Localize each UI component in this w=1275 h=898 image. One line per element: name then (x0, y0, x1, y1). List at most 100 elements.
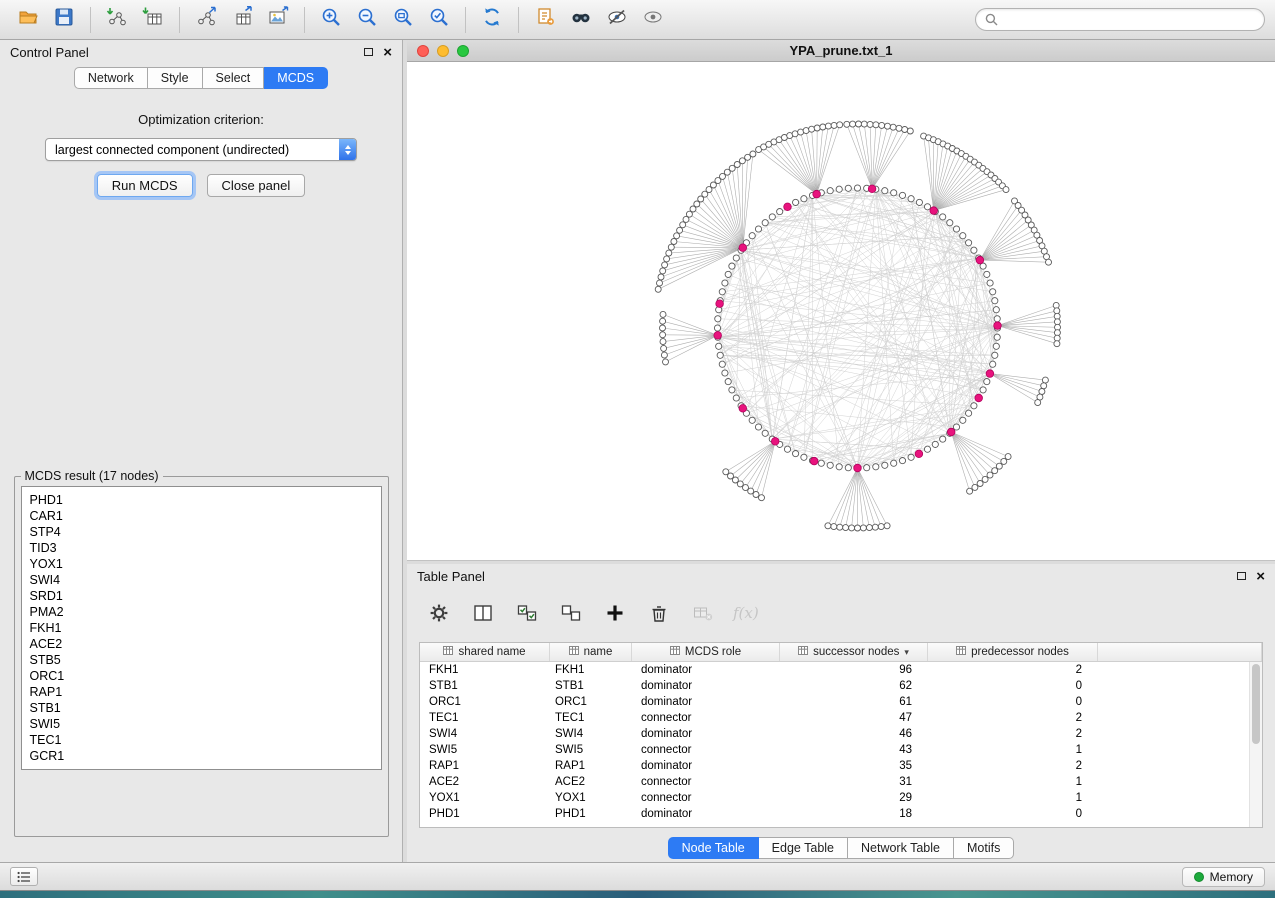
mcds-result-item[interactable]: PMA2 (30, 604, 373, 620)
column-header-name[interactable]: name (550, 643, 632, 661)
svg-text:f(x): f(x) (732, 604, 759, 622)
tab-node-table[interactable]: Node Table (668, 837, 759, 859)
show-graphics-details-button[interactable] (635, 5, 671, 35)
mcds-result-item[interactable]: SWI5 (30, 716, 373, 732)
mcds-result-item[interactable]: GCR1 (30, 748, 373, 764)
refresh-view-button[interactable] (474, 5, 510, 35)
mcds-result-item[interactable]: ORC1 (30, 668, 373, 684)
export-network-button[interactable] (188, 5, 224, 35)
column-header-successor-nodes[interactable]: successor nodes▾ (780, 643, 928, 661)
table-row[interactable]: ORC1ORC1dominator610 (420, 694, 1262, 710)
mcds-tab-content: Optimization criterion: largest connecte… (0, 96, 402, 862)
table-row[interactable]: TEC1TEC1connector472 (420, 710, 1262, 726)
plus-button[interactable] (601, 601, 629, 629)
task-history-button[interactable] (10, 867, 38, 886)
save-session-button[interactable] (46, 5, 82, 35)
open-file-icon (17, 6, 39, 33)
network-canvas[interactable] (407, 62, 1275, 560)
open-file-button[interactable] (10, 5, 46, 35)
network-view[interactable] (407, 62, 1275, 560)
import-table-button[interactable] (135, 5, 171, 35)
search-binoculars-icon (570, 6, 592, 33)
control-panel: Control Panel × Network Style Select MCD… (0, 40, 403, 862)
table-row[interactable]: STB1STB1dominator620 (420, 678, 1262, 694)
mcds-result-group: MCDS result (17 nodes) PHD1CAR1STP4TID3Y… (14, 469, 389, 837)
export-table-button[interactable] (224, 5, 260, 35)
memory-button[interactable]: Memory (1182, 867, 1265, 887)
mcds-result-item[interactable]: PHD1 (30, 492, 373, 508)
network-window-titlebar[interactable]: YPA_prune.txt_1 (407, 40, 1275, 62)
mcds-result-item[interactable]: RAP1 (30, 684, 373, 700)
close-table-panel-icon[interactable]: × (1256, 569, 1265, 584)
close-window-icon[interactable] (417, 45, 429, 57)
mcds-result-item[interactable]: CAR1 (30, 508, 373, 524)
import-network-button[interactable] (99, 5, 135, 35)
run-mcds-button[interactable]: Run MCDS (97, 174, 193, 197)
table-cell: PHD1 (420, 808, 550, 820)
table-cell: 47 (780, 712, 928, 724)
mcds-result-item[interactable]: FKH1 (30, 620, 373, 636)
column-header-shared-name[interactable]: shared name (420, 643, 550, 661)
mcds-result-list[interactable]: PHD1CAR1STP4TID3YOX1SWI4SRD1PMA2FKH1ACE2… (21, 486, 382, 770)
table-row[interactable]: SWI4SWI4dominator462 (420, 726, 1262, 742)
tab-network-table[interactable]: Network Table (848, 837, 954, 859)
table-cell: 29 (780, 792, 928, 804)
tab-edge-table[interactable]: Edge Table (759, 837, 848, 859)
table-cell: TEC1 (420, 712, 550, 724)
scrollbar-thumb[interactable] (1252, 664, 1260, 744)
table-row[interactable]: RAP1RAP1dominator352 (420, 758, 1262, 774)
control-panel-header: Control Panel × (0, 40, 402, 64)
mcds-result-item[interactable]: ACE2 (30, 636, 373, 652)
optimization-criterion-select[interactable]: largest connected component (undirected) (45, 138, 357, 161)
column-header-predecessor-nodes[interactable]: predecessor nodes (928, 643, 1098, 661)
table-scrollbar[interactable] (1249, 662, 1262, 827)
table-cell: 2 (928, 760, 1098, 772)
search-icon (985, 13, 998, 26)
zoom-in-button[interactable] (313, 5, 349, 35)
export-image-button[interactable] (260, 5, 296, 35)
tab-mcds[interactable]: MCDS (264, 67, 328, 89)
mcds-result-item[interactable]: STP4 (30, 524, 373, 540)
table-row[interactable]: ACE2ACE2connector311 (420, 774, 1262, 790)
node-table: shared namenameMCDS rolesuccessor nodes▾… (419, 642, 1263, 828)
mcds-result-item[interactable]: YOX1 (30, 556, 373, 572)
float-table-panel-icon[interactable] (1237, 572, 1246, 580)
mcds-result-item[interactable]: STB1 (30, 700, 373, 716)
trash-button[interactable] (645, 601, 673, 629)
table-cell: 2 (928, 664, 1098, 676)
columns-button[interactable] (469, 601, 497, 629)
zoom-selected-button[interactable] (421, 5, 457, 35)
close-panel-button[interactable]: Close panel (207, 174, 306, 197)
hide-graphics-details-button[interactable] (599, 5, 635, 35)
tab-style[interactable]: Style (148, 67, 203, 89)
search-box[interactable] (975, 8, 1265, 31)
maximize-window-icon[interactable] (457, 45, 469, 57)
deselect-all-button[interactable] (557, 601, 585, 629)
tab-network[interactable]: Network (74, 67, 148, 89)
column-header-MCDS-role[interactable]: MCDS role (632, 643, 780, 661)
mcds-result-item[interactable]: STB5 (30, 652, 373, 668)
table-row[interactable]: SWI5SWI5connector431 (420, 742, 1262, 758)
toolbar-separator (90, 7, 91, 33)
minimize-window-icon[interactable] (437, 45, 449, 57)
search-input[interactable] (1004, 12, 1255, 28)
table-row[interactable]: FKH1FKH1dominator962 (420, 662, 1262, 678)
mcds-result-item[interactable]: SRD1 (30, 588, 373, 604)
select-all-button[interactable] (513, 601, 541, 629)
table-cell: dominator (632, 808, 780, 820)
mcds-result-item[interactable]: TID3 (30, 540, 373, 556)
mcds-result-item[interactable]: SWI4 (30, 572, 373, 588)
table-row[interactable]: PHD1PHD1dominator180 (420, 806, 1262, 822)
clone-network-button[interactable] (527, 5, 563, 35)
table-cell: 96 (780, 664, 928, 676)
search-binoculars-button[interactable] (563, 5, 599, 35)
gear-button[interactable] (425, 601, 453, 629)
mcds-result-item[interactable]: TEC1 (30, 732, 373, 748)
tab-motifs[interactable]: Motifs (954, 837, 1014, 859)
tab-select[interactable]: Select (203, 67, 265, 89)
zoom-out-button[interactable] (349, 5, 385, 35)
float-panel-icon[interactable] (364, 48, 373, 56)
table-row[interactable]: YOX1YOX1connector291 (420, 790, 1262, 806)
zoom-fit-button[interactable] (385, 5, 421, 35)
close-panel-icon[interactable]: × (383, 45, 392, 60)
